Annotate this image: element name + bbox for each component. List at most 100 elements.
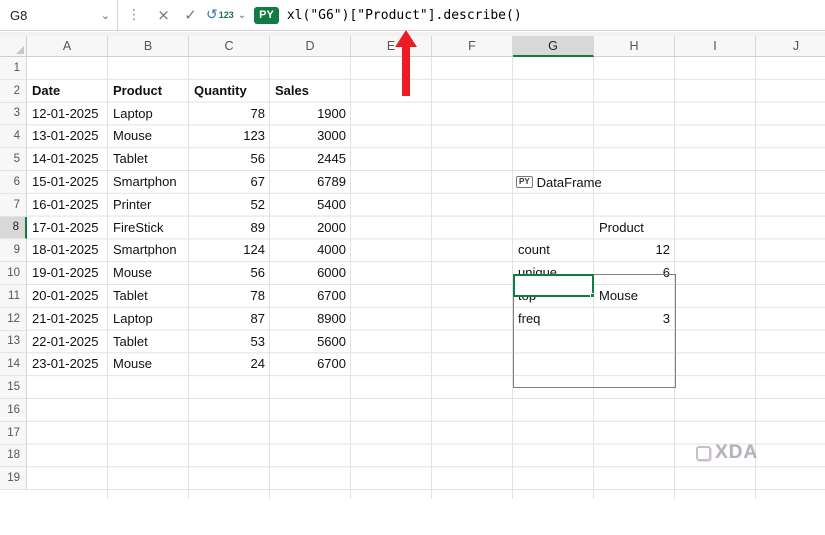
cell[interactable]: freq <box>513 308 594 331</box>
cell[interactable]: Tablet <box>108 148 189 171</box>
cell[interactable]: count <box>513 239 594 262</box>
column-header[interactable]: C <box>189 36 270 57</box>
cell[interactable]: 67 <box>189 171 270 194</box>
cell[interactable]: 4000 <box>270 239 351 262</box>
active-cell-selection[interactable] <box>513 273 595 298</box>
cell[interactable]: 5400 <box>270 194 351 217</box>
row-header[interactable]: 11 <box>0 285 27 308</box>
name-box-chevron-icon[interactable]: ⌄ <box>101 9 110 22</box>
row-header[interactable]: 9 <box>0 239 27 263</box>
cell[interactable]: Printer <box>108 194 189 217</box>
row-header[interactable]: 4 <box>0 125 27 149</box>
row-header[interactable]: 10 <box>0 262 27 285</box>
cell[interactable]: 89 <box>189 217 270 240</box>
cell[interactable]: Laptop <box>108 308 189 331</box>
cell[interactable]: Sales <box>270 80 351 103</box>
row-header[interactable]: 1 <box>0 57 27 80</box>
column-header[interactable]: A <box>27 36 108 57</box>
cell[interactable]: 15-01-2025 <box>27 171 108 194</box>
cell[interactable]: 14-01-2025 <box>27 148 108 171</box>
cell[interactable]: 87 <box>189 308 270 331</box>
row-header[interactable]: 13 <box>0 330 27 354</box>
cell[interactable]: 124 <box>189 239 270 262</box>
cell[interactable]: 13-01-2025 <box>27 125 108 148</box>
cell[interactable]: 6700 <box>270 353 351 376</box>
cell[interactable]: 3000 <box>270 125 351 148</box>
column-header[interactable]: F <box>432 36 513 57</box>
formula-input[interactable]: xl("G6")["Product"].describe() <box>287 8 522 23</box>
cell[interactable]: 12 <box>594 239 675 262</box>
cell[interactable]: Product <box>594 217 675 240</box>
dataframe-cell[interactable]: PY DataFrame <box>516 171 602 194</box>
cell[interactable]: 3 <box>594 308 675 331</box>
cell[interactable]: 20-01-2025 <box>27 285 108 308</box>
cell[interactable]: Tablet <box>108 285 189 308</box>
cell[interactable]: 1900 <box>270 103 351 126</box>
cell[interactable]: 78 <box>189 103 270 126</box>
cell[interactable]: Mouse <box>108 262 189 285</box>
column-header[interactable]: I <box>675 36 756 57</box>
cell[interactable]: 6700 <box>270 285 351 308</box>
cell[interactable]: Product <box>108 80 189 103</box>
select-all-corner[interactable] <box>0 36 27 57</box>
cell[interactable]: 6000 <box>270 262 351 285</box>
cell[interactable]: 22-01-2025 <box>27 331 108 354</box>
row-header[interactable]: 14 <box>0 353 27 377</box>
row-header[interactable]: 15 <box>0 376 27 399</box>
cell[interactable]: 21-01-2025 <box>27 308 108 331</box>
column-header[interactable]: D <box>270 36 351 57</box>
cell[interactable]: 52 <box>189 194 270 217</box>
cell[interactable]: 18-01-2025 <box>27 239 108 262</box>
output-type-selector[interactable]: ↺ 123 ⌄ <box>206 7 246 23</box>
cell[interactable]: Mouse <box>594 285 675 308</box>
row-header[interactable]: 2 <box>0 79 27 103</box>
name-box[interactable]: G8 ⌄ <box>0 0 118 30</box>
column-header[interactable]: G <box>513 36 594 57</box>
row-header[interactable]: 17 <box>0 421 27 445</box>
row-header[interactable]: 12 <box>0 307 27 331</box>
cell[interactable]: 123 <box>189 125 270 148</box>
column-header[interactable]: J <box>756 36 825 57</box>
cell[interactable]: 19-01-2025 <box>27 262 108 285</box>
cell[interactable]: Date <box>27 80 108 103</box>
cell[interactable]: Smartphon <box>108 239 189 262</box>
cell[interactable]: 16-01-2025 <box>27 194 108 217</box>
cancel-icon[interactable]: × <box>150 6 177 24</box>
enter-icon[interactable]: ✓ <box>177 6 204 24</box>
cell[interactable]: 24 <box>189 353 270 376</box>
cell[interactable]: 56 <box>189 148 270 171</box>
column-header[interactable]: H <box>594 36 675 57</box>
cell[interactable]: Mouse <box>108 353 189 376</box>
cell[interactable]: Tablet <box>108 331 189 354</box>
column-header[interactable]: E <box>351 36 432 57</box>
row-header[interactable]: 18 <box>0 444 27 468</box>
cell[interactable]: 5600 <box>270 331 351 354</box>
row-header[interactable]: 6 <box>0 171 27 194</box>
cell[interactable]: 2445 <box>270 148 351 171</box>
row-header[interactable]: 7 <box>0 193 27 217</box>
cell[interactable]: 6 <box>594 262 675 285</box>
row-header[interactable]: 5 <box>0 148 27 171</box>
cell[interactable]: FireStick <box>108 217 189 240</box>
formula-bar-dots-icon[interactable]: ⋮ <box>118 7 150 23</box>
row-header[interactable]: 16 <box>0 399 27 422</box>
cell[interactable]: 53 <box>189 331 270 354</box>
cell[interactable]: 12-01-2025 <box>27 103 108 126</box>
cell[interactable]: 23-01-2025 <box>27 353 108 376</box>
cell[interactable]: 17-01-2025 <box>27 217 108 240</box>
dataframe-label: DataFrame <box>536 174 602 190</box>
cell[interactable]: 8900 <box>270 308 351 331</box>
row-header[interactable]: 3 <box>0 102 27 126</box>
cell[interactable]: 6789 <box>270 171 351 194</box>
row-header[interactable]: 8 <box>0 216 27 240</box>
row-header[interactable]: 19 <box>0 467 27 491</box>
cell[interactable]: 2000 <box>270 217 351 240</box>
cell[interactable]: 78 <box>189 285 270 308</box>
cell[interactable]: Quantity <box>189 80 270 103</box>
cell[interactable]: Mouse <box>108 125 189 148</box>
cell[interactable]: 56 <box>189 262 270 285</box>
fill-handle[interactable] <box>590 292 595 298</box>
cell[interactable]: Smartphon <box>108 171 189 194</box>
cell[interactable]: Laptop <box>108 103 189 126</box>
column-header[interactable]: B <box>108 36 189 57</box>
